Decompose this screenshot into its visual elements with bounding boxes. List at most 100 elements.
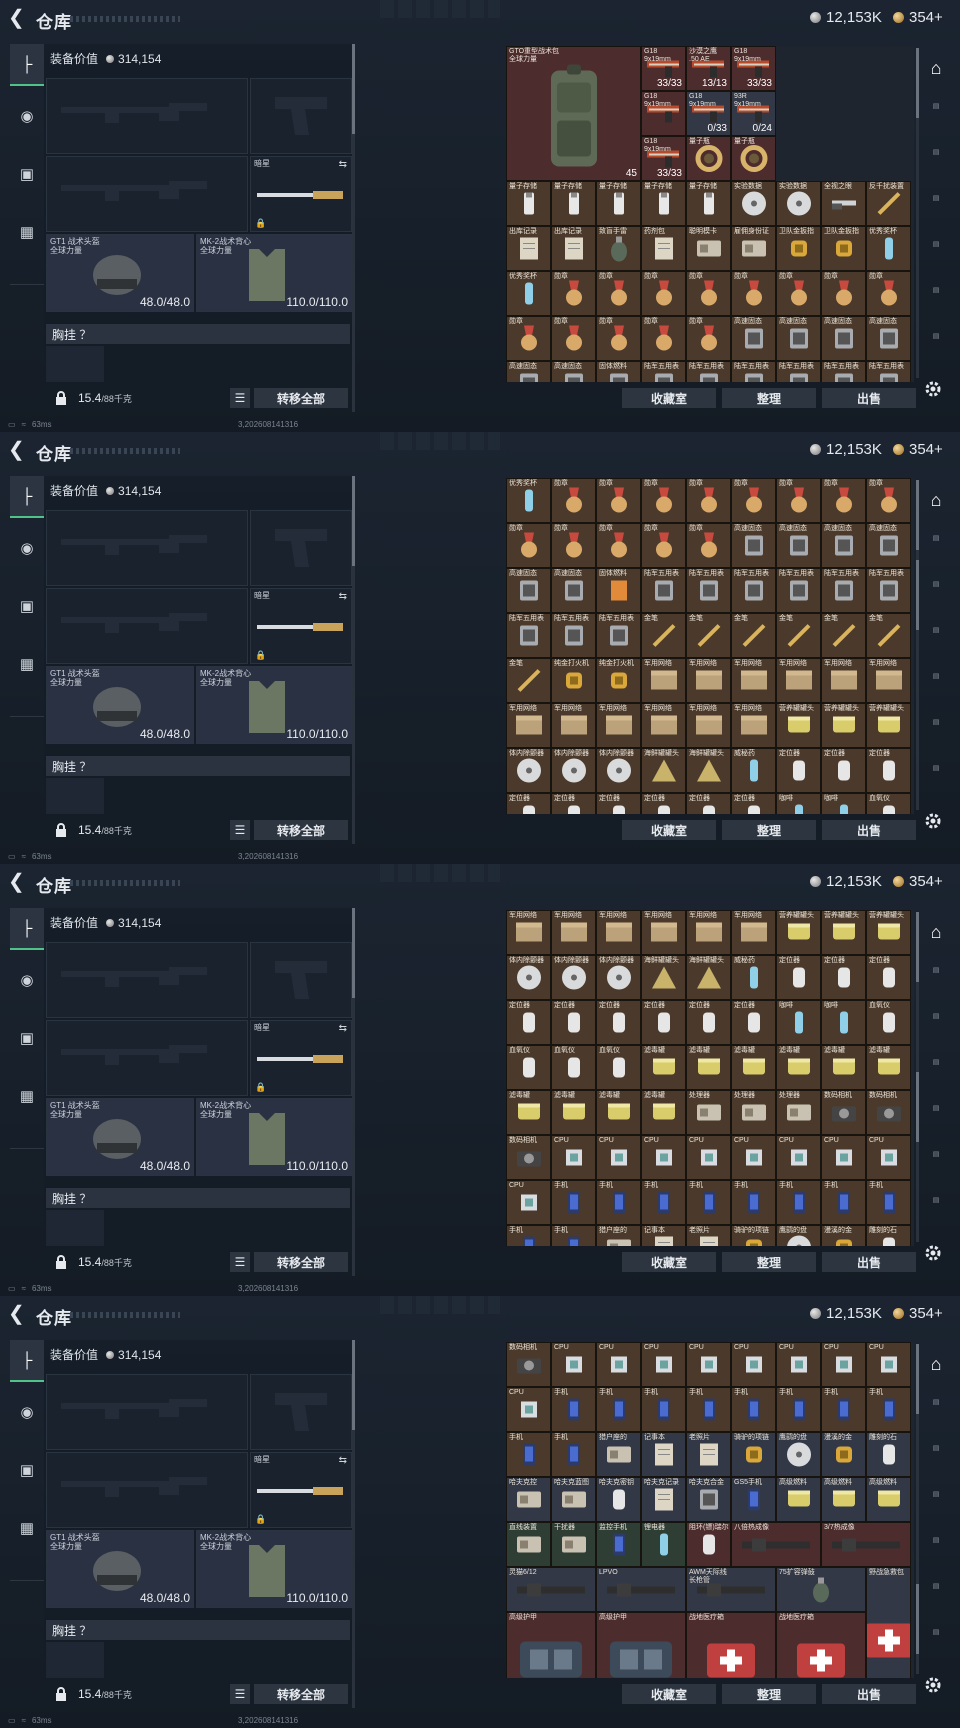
storage-scroll-thumb[interactable] [916, 560, 919, 630]
inventory-item[interactable]: 手机 [596, 1180, 641, 1225]
inventory-item[interactable]: 手机 [551, 1225, 596, 1246]
inventory-item[interactable]: 滤毒罐 [641, 1090, 686, 1135]
inventory-item[interactable]: G18 9x19mm 33/33 [641, 136, 686, 181]
armor-slot[interactable]: MK-2战术背心 全球力量 110.0/110.0 [196, 666, 352, 744]
list-view-button[interactable]: ☰ [230, 388, 250, 408]
inventory-item[interactable]: 手机 [641, 1387, 686, 1432]
inventory-item[interactable]: 高级护甲 [506, 1612, 596, 1678]
storage-tab-1-icon[interactable]: ▤ [924, 966, 948, 990]
helmet-slot[interactable]: GT1 战术头盔 全球力量 48.0/48.0 [46, 1530, 194, 1608]
inventory-item[interactable]: 实验数据 [731, 181, 776, 226]
lock-icon[interactable] [54, 391, 68, 405]
primary-weapon-slot[interactable] [46, 1374, 248, 1450]
inventory-item[interactable]: 滤毒罐 [776, 1045, 821, 1090]
inventory-item[interactable]: 滤毒罐 [596, 1090, 641, 1135]
nav-bag-icon[interactable]: ▦ [10, 1076, 44, 1116]
inventory-item[interactable]: CPU [551, 1135, 596, 1180]
storage-grid[interactable]: GTO重型战术包 全球力量 45 G18 9x19mm 33/33 沙漠之鹰 .50 AE 13… [506, 46, 914, 382]
inventory-item[interactable]: 野战急救包220 [866, 1567, 911, 1678]
back-arrow-icon[interactable]: ❮ [8, 872, 28, 892]
inventory-item[interactable]: CPU [551, 1342, 596, 1387]
inventory-item[interactable]: 高级燃料 [866, 1477, 911, 1522]
helmet-slot[interactable]: GT1 战术头盔 全球力量 48.0/48.0 [46, 234, 194, 312]
inventory-item[interactable]: 勋章 [596, 316, 641, 361]
inventory-item[interactable]: 金笔 [731, 613, 776, 658]
storage-tab-5-icon[interactable]: ▤ [924, 718, 948, 742]
inventory-item[interactable]: 手机 [506, 1432, 551, 1477]
inventory-item[interactable]: 勋章 [731, 478, 776, 523]
inventory-item[interactable]: 金笔 [686, 613, 731, 658]
chest-rig-header[interactable]: 胸挂 ？ [46, 756, 350, 776]
inventory-item[interactable]: 八倍热成像 [731, 1522, 821, 1567]
inventory-item[interactable]: 军用网络 [866, 658, 911, 703]
settings-gear-icon[interactable] [924, 1244, 942, 1262]
inventory-item[interactable]: 军用网络 [776, 658, 821, 703]
storage-tab-2-icon[interactable]: ▤ [924, 1012, 948, 1036]
storage-scrollbar[interactable] [916, 1344, 919, 1674]
inventory-item[interactable]: CPU [641, 1342, 686, 1387]
inventory-item[interactable]: 高速固态 [731, 523, 776, 568]
inventory-item[interactable]: GS5手机 [731, 1477, 776, 1522]
inventory-item[interactable]: 手机 [686, 1387, 731, 1432]
inventory-item[interactable]: 记事本 [641, 1432, 686, 1477]
inventory-item[interactable]: 高速固态 [776, 523, 821, 568]
equipment-scrollbar[interactable] [352, 44, 355, 412]
inventory-item[interactable]: 优秀奖杯 [866, 226, 911, 271]
nav-helmet-icon[interactable]: ◉ [10, 960, 44, 1000]
inventory-item[interactable]: 勋章 [686, 271, 731, 316]
inventory-item[interactable]: 勋章 [551, 523, 596, 568]
armor-slot[interactable]: MK-2战术背心 全球力量 110.0/110.0 [196, 1530, 352, 1608]
inventory-item[interactable]: 陆军五用表 [821, 568, 866, 613]
inventory-item[interactable]: 咖啡 [776, 1000, 821, 1045]
collection-button[interactable]: 收藏室 [622, 1252, 716, 1272]
storage-scrollbar[interactable] [916, 48, 919, 378]
inventory-item[interactable]: 高速固态 [506, 361, 551, 382]
inventory-item[interactable]: 哈夫克控 [506, 1477, 551, 1522]
inventory-item[interactable]: 数码相机 [506, 1342, 551, 1387]
inventory-item[interactable]: 定位器 [641, 793, 686, 814]
inventory-item[interactable]: LPVO [596, 1567, 686, 1612]
inventory-item[interactable]: 高级燃料 [776, 1477, 821, 1522]
inventory-item[interactable]: 定位器 [776, 748, 821, 793]
inventory-item[interactable]: 猎户座的 [596, 1225, 641, 1246]
sort-button[interactable]: 整理 [722, 1252, 816, 1272]
inventory-item[interactable]: 定位器 [776, 955, 821, 1000]
inventory-item[interactable]: 勋章 [641, 271, 686, 316]
inventory-item[interactable]: 高速固态 [551, 568, 596, 613]
inventory-item[interactable]: 金笔 [776, 613, 821, 658]
storage-tab-4-icon[interactable]: ▤ [924, 1536, 948, 1560]
nav-helmet-icon[interactable]: ◉ [10, 96, 44, 136]
inventory-item[interactable]: 勋章 [866, 271, 911, 316]
list-view-button[interactable]: ☰ [230, 820, 250, 840]
equipment-scrollbar[interactable] [352, 476, 355, 844]
inventory-item[interactable]: 定位器 [686, 1000, 731, 1045]
equipment-scrollbar[interactable] [352, 1340, 355, 1708]
helmet-slot[interactable]: GT1 战术头盔 全球力量 48.0/48.0 [46, 666, 194, 744]
inventory-item[interactable]: 滤毒罐 [506, 1090, 551, 1135]
storage-home-icon[interactable]: ⌂ [924, 490, 948, 514]
inventory-item[interactable]: 军用网络 [596, 703, 641, 748]
inventory-item[interactable]: 量子瓶 [686, 136, 731, 181]
storage-tab-2-icon[interactable]: ▤ [924, 580, 948, 604]
inventory-item[interactable]: 优秀奖杯 [506, 271, 551, 316]
inventory-item[interactable]: CPU [866, 1135, 911, 1180]
sell-button[interactable]: 出售 [822, 388, 916, 408]
nav-weapon-icon[interactable]: ├ [10, 476, 44, 518]
nav-vest-icon[interactable]: ▣ [10, 586, 44, 626]
inventory-item[interactable]: CPU [506, 1180, 551, 1225]
transfer-all-button[interactable]: 转移全部 [254, 388, 348, 408]
inventory-item[interactable]: 93R 9x19mm 0/24 [731, 91, 776, 136]
inventory-item[interactable]: 手机 [866, 1180, 911, 1225]
inventory-item[interactable]: 勋章 [506, 523, 551, 568]
inventory-item[interactable]: 金笔 [821, 613, 866, 658]
inventory-item[interactable]: 勋章 [686, 478, 731, 523]
inventory-item[interactable]: 体内除颤器 [596, 955, 641, 1000]
inventory-item[interactable]: 处理器 [731, 1090, 776, 1135]
inventory-item[interactable]: 金笔 [866, 613, 911, 658]
inventory-item[interactable]: 手机 [641, 1180, 686, 1225]
inventory-item[interactable]: 营养罐罐头 [866, 910, 911, 955]
inventory-item[interactable]: 陆军五用表 [641, 361, 686, 382]
inventory-item[interactable]: 反千扰装置 [866, 181, 911, 226]
inventory-item[interactable]: 滤毒罐 [731, 1045, 776, 1090]
inventory-item[interactable]: 定位器 [821, 748, 866, 793]
